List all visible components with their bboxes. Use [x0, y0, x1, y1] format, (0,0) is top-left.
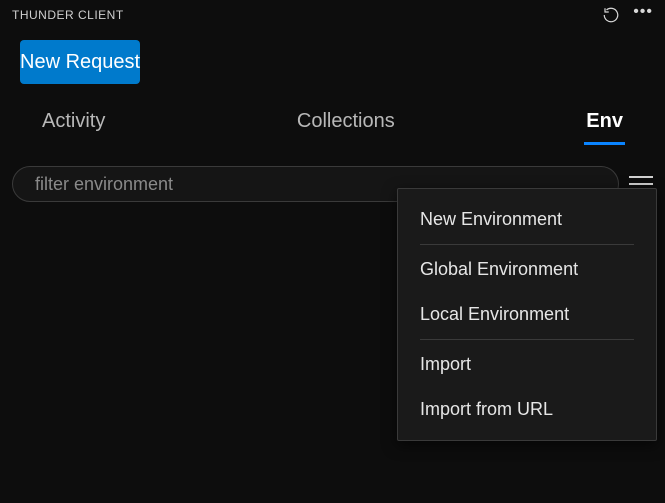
menu-local-environment[interactable]: Local Environment — [398, 292, 656, 337]
refresh-icon[interactable] — [601, 5, 621, 25]
titlebar: THUNDER CLIENT ••• — [0, 0, 665, 30]
new-request-label: New Request — [20, 51, 140, 74]
tab-env[interactable]: Env — [584, 104, 625, 139]
tab-activity[interactable]: Activity — [40, 104, 107, 139]
titlebar-actions: ••• — [601, 4, 653, 26]
new-request-button[interactable]: New Request — [20, 40, 140, 84]
more-icon[interactable]: ••• — [633, 4, 653, 26]
tab-collections[interactable]: Collections — [295, 104, 397, 139]
menu-import-from-url[interactable]: Import from URL — [398, 387, 656, 432]
tabs: Activity Collections Env — [0, 96, 665, 146]
env-menu: New Environment Global Environment Local… — [397, 188, 657, 441]
menu-global-environment[interactable]: Global Environment — [398, 247, 656, 292]
menu-import[interactable]: Import — [398, 342, 656, 387]
menu-separator — [420, 339, 634, 340]
menu-new-environment[interactable]: New Environment — [398, 197, 656, 242]
app-title: THUNDER CLIENT — [12, 8, 124, 22]
menu-separator — [420, 244, 634, 245]
